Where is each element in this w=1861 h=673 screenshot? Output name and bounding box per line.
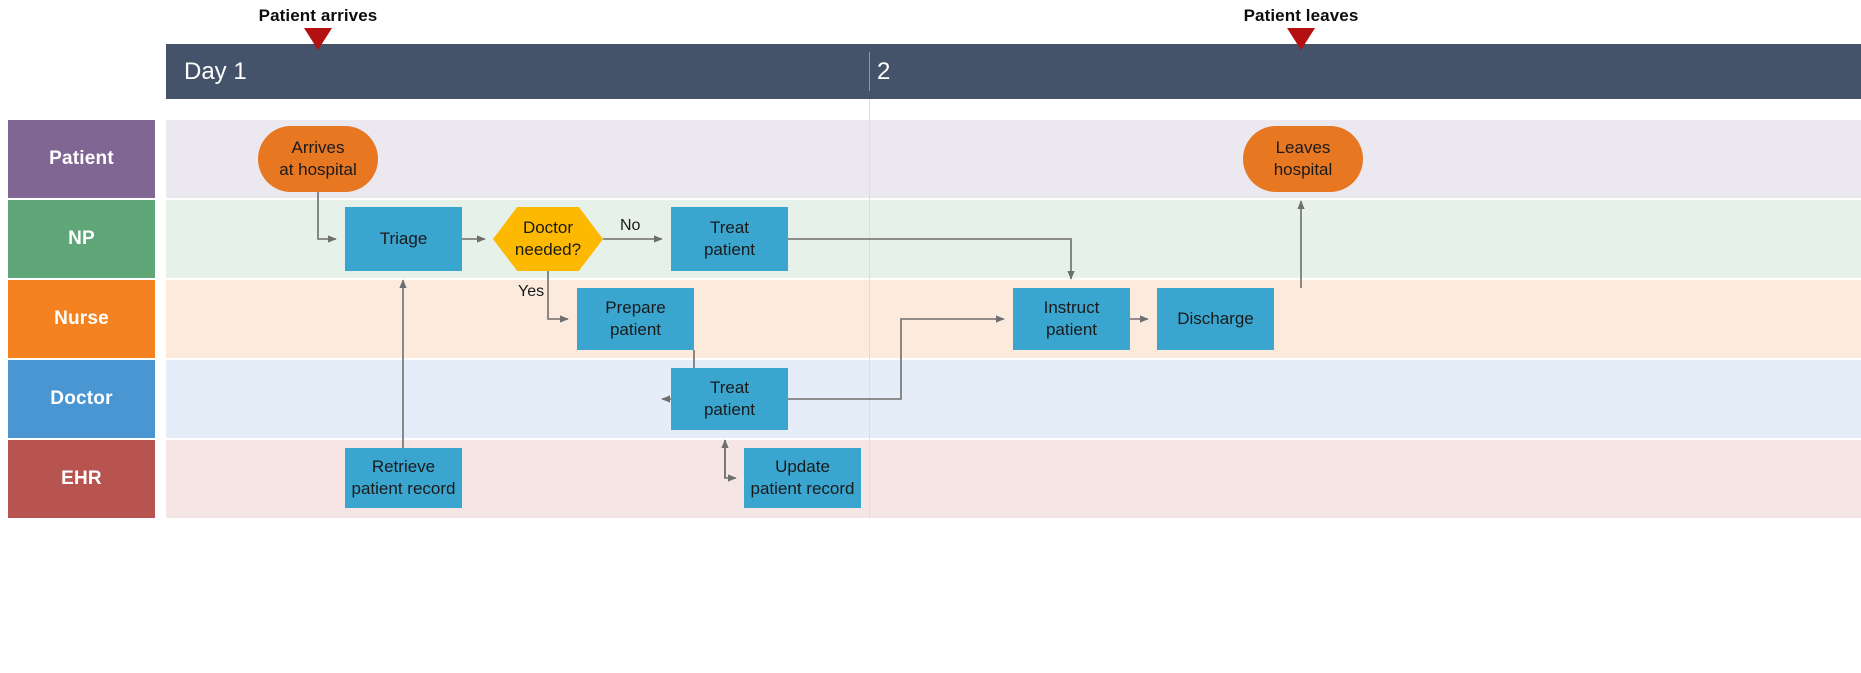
lane-doctor-header[interactable]: Doctor — [8, 360, 155, 438]
node-treat-patient-np-label: Treat patient — [704, 217, 755, 261]
node-update-patient-record-label: Update patient record — [751, 456, 855, 500]
node-update-patient-record-label-line: patient record — [750, 479, 855, 498]
node-retrieve-patient-record-label-line: patient record — [351, 479, 456, 498]
lane-doctor: Doctor — [0, 360, 1861, 438]
lane-doctor-band — [166, 360, 1861, 438]
lane-np-header[interactable]: NP — [8, 200, 155, 278]
node-retrieve-patient-record-label: Retrieve patient record — [352, 456, 456, 500]
lane-nurse-header[interactable]: Nurse — [8, 280, 155, 358]
milestone-label-patient-leaves: Patient leaves — [1243, 6, 1359, 25]
node-instruct-patient[interactable]: Instruct patient — [1013, 288, 1130, 350]
node-leaves-hospital[interactable]: Leaves hospital — [1243, 126, 1363, 192]
milestone-label-patient-arrives: Patient arrives — [258, 6, 378, 25]
node-arrives-at-hospital-label-line: at hospital — [279, 160, 357, 179]
node-update-patient-record-label-line: Update — [775, 457, 830, 477]
node-discharge-label-line: Discharge — [1177, 309, 1254, 329]
node-instruct-patient-label: Instruct patient — [1044, 297, 1100, 341]
node-instruct-patient-label-line: patient — [1045, 320, 1098, 339]
lane-np: NP — [0, 200, 1861, 278]
node-prepare-patient-label-line: Prepare — [605, 298, 666, 318]
node-arrives-at-hospital-label: Arrives at hospital — [279, 137, 357, 181]
lane-nurse: Nurse — [0, 280, 1861, 358]
node-update-patient-record[interactable]: Update patient record — [744, 448, 861, 508]
node-treat-patient-doctor[interactable]: Treat patient — [671, 368, 788, 430]
edge-label-yes: Yes — [518, 283, 545, 300]
node-triage-label: Triage — [380, 228, 428, 250]
node-treat-patient-np[interactable]: Treat patient — [671, 207, 788, 271]
node-treat-patient-doctor-label: Treat patient — [704, 377, 755, 421]
node-leaves-hospital-label-line: hospital — [1273, 160, 1333, 179]
lane-patient-band — [166, 120, 1861, 198]
node-treat-patient-doctor-label-line: Treat — [709, 378, 750, 398]
milestone-marker-icon — [1287, 28, 1315, 50]
node-doctor-needed-label-line: needed? — [514, 240, 582, 259]
lane-patient-label: Patient — [49, 148, 114, 169]
node-prepare-patient-label: Prepare patient — [605, 297, 665, 341]
node-treat-patient-doctor-label-line: patient — [703, 400, 756, 419]
node-discharge[interactable]: Discharge — [1157, 288, 1274, 350]
timeline-period-day1: Day 1 — [184, 57, 247, 85]
node-arrives-at-hospital[interactable]: Arrives at hospital — [258, 126, 378, 192]
node-leaves-hospital-label: Leaves hospital — [1274, 137, 1333, 181]
lane-patient-header[interactable]: Patient — [8, 120, 155, 198]
node-prepare-patient-label-line: patient — [609, 320, 662, 339]
node-triage-label-line: Triage — [379, 229, 428, 249]
edge-label-no: No — [620, 217, 641, 234]
lane-ehr: EHR — [0, 440, 1861, 518]
timeline-bar: Day 1 2 — [166, 44, 1861, 99]
lane-doctor-label: Doctor — [50, 388, 113, 409]
day2-guideline — [869, 99, 870, 518]
node-arrives-at-hospital-label-line: Arrives — [291, 138, 345, 158]
lane-ehr-label: EHR — [61, 468, 102, 489]
node-discharge-label: Discharge — [1177, 308, 1254, 330]
node-retrieve-patient-record[interactable]: Retrieve patient record — [345, 448, 462, 508]
timeline-divider — [869, 52, 870, 91]
timeline-period-2: 2 — [877, 57, 891, 85]
milestone-marker-icon — [304, 28, 332, 50]
node-doctor-needed-label-line: Doctor — [522, 218, 574, 238]
node-leaves-hospital-label-line: Leaves — [1275, 138, 1331, 158]
node-treat-patient-np-label-line: patient — [703, 240, 756, 259]
node-instruct-patient-label-line: Instruct — [1043, 298, 1100, 318]
swimlane-diagram-canvas: Patient NP Nurse Doctor EHR Day 1 2 Patient … — [0, 0, 1861, 673]
lane-ehr-header[interactable]: EHR — [8, 440, 155, 518]
lane-nurse-label: Nurse — [54, 308, 109, 329]
node-prepare-patient[interactable]: Prepare patient — [577, 288, 694, 350]
node-retrieve-patient-record-label-line: Retrieve — [371, 457, 436, 477]
node-triage[interactable]: Triage — [345, 207, 462, 271]
node-doctor-needed-label: Doctor needed? — [515, 217, 581, 261]
node-treat-patient-np-label-line: Treat — [709, 218, 750, 238]
lane-np-label: NP — [68, 228, 95, 249]
